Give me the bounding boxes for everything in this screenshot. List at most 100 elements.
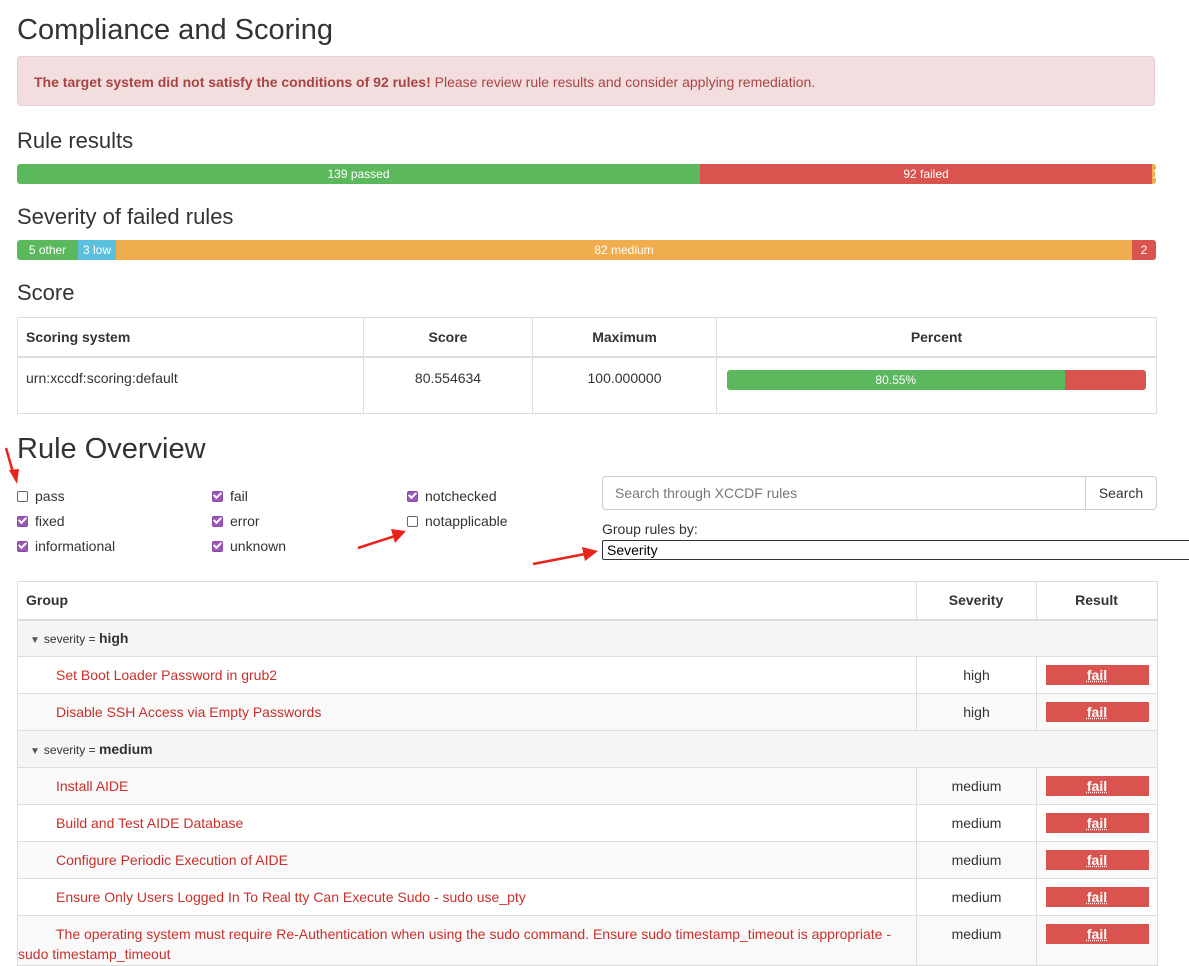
- page-title: Compliance and Scoring: [17, 12, 333, 48]
- score-value: 80.554634: [364, 357, 533, 413]
- group-by-label: Group rules by:: [602, 521, 698, 537]
- search-button[interactable]: Search: [1086, 476, 1157, 510]
- group-equals: =: [85, 632, 99, 646]
- score-heading: Score: [17, 279, 74, 307]
- filter-pass[interactable]: pass: [17, 488, 65, 504]
- arrow-group-by-icon: [530, 544, 602, 568]
- filter-unknown[interactable]: unknown: [212, 538, 286, 554]
- rule-result-cell: fail: [1037, 842, 1158, 879]
- rule-result-cell: fail: [1037, 879, 1158, 916]
- table-row: Configure Periodic Execution of AIDE med…: [18, 842, 1158, 879]
- rule-result-cell: fail: [1037, 805, 1158, 842]
- table-row: The operating system must require Re-Aut…: [18, 916, 1158, 966]
- arrow-notapplicable-icon: [355, 526, 410, 554]
- rule-link[interactable]: Disable SSH Access via Empty Passwords: [18, 694, 917, 731]
- rule-severity: high: [917, 694, 1037, 731]
- severity-heading: Severity of failed rules: [17, 203, 233, 231]
- checkbox-notchecked[interactable]: [407, 491, 418, 502]
- rule-severity: medium: [917, 842, 1037, 879]
- group-header-medium[interactable]: ▼ severity = medium: [18, 731, 1158, 768]
- group-by-select[interactable]: Severity: [602, 540, 1189, 560]
- filter-error[interactable]: error: [212, 513, 260, 529]
- result-fail-badge[interactable]: fail: [1046, 776, 1149, 796]
- filter-unknown-label: unknown: [230, 538, 286, 554]
- filter-fixed[interactable]: fixed: [17, 513, 65, 529]
- rule-result-cell: fail: [1037, 916, 1158, 966]
- filter-notchecked-label: notchecked: [425, 488, 497, 504]
- result-fail-badge[interactable]: fail: [1046, 924, 1149, 944]
- filter-fail-label: fail: [230, 488, 248, 504]
- result-fail-badge[interactable]: fail: [1046, 813, 1149, 833]
- score-percent-fill: 80.55%: [727, 370, 1065, 390]
- rule-link[interactable]: Configure Periodic Execution of AIDE: [18, 842, 917, 879]
- rule-result-cell: fail: [1037, 694, 1158, 731]
- filter-notapplicable[interactable]: notapplicable: [407, 513, 508, 529]
- rule-results-bar: 139 passed 92 failed 1: [17, 164, 1156, 184]
- score-col-system: Scoring system: [18, 318, 364, 358]
- rule-link[interactable]: Install AIDE: [18, 768, 917, 805]
- rule-severity: medium: [917, 916, 1037, 966]
- rule-link[interactable]: Set Boot Loader Password in grub2: [18, 657, 917, 694]
- rule-result-cell: fail: [1037, 768, 1158, 805]
- result-fail-badge[interactable]: fail: [1046, 850, 1149, 870]
- rule-search: Search through XCCDF rules Search: [602, 476, 1157, 510]
- rule-results-heading: Rule results: [17, 127, 133, 155]
- filter-fixed-label: fixed: [35, 513, 65, 529]
- score-percent-remainder: [1065, 370, 1147, 390]
- result-fail-badge[interactable]: fail: [1046, 702, 1149, 722]
- filter-notapplicable-label: notapplicable: [425, 513, 508, 529]
- rule-severity: high: [917, 657, 1037, 694]
- checkbox-pass[interactable]: [17, 491, 28, 502]
- rule-link[interactable]: The operating system must require Re-Aut…: [18, 916, 917, 966]
- result-fail-badge[interactable]: fail: [1046, 665, 1149, 685]
- group-row-medium[interactable]: ▼ severity = medium: [18, 731, 1158, 768]
- filter-fail[interactable]: fail: [212, 488, 248, 504]
- checkbox-error[interactable]: [212, 516, 223, 527]
- scoring-system-value: urn:xccdf:scoring:default: [18, 357, 364, 413]
- rule-severity: medium: [917, 768, 1037, 805]
- severity-bar: 5 other 3 low 82 medium 2: [17, 240, 1156, 260]
- group-header-high[interactable]: ▼ severity = high: [18, 620, 1158, 657]
- arrow-pass-icon: [0, 440, 30, 490]
- failure-alert: The target system did not satisfy the co…: [17, 56, 1155, 106]
- score-percent-cell: 80.55%: [717, 357, 1157, 413]
- severity-high-segment: 2: [1132, 240, 1156, 260]
- checkbox-fixed[interactable]: [17, 516, 28, 527]
- rule-link[interactable]: Ensure Only Users Logged In To Real tty …: [18, 879, 917, 916]
- rule-link[interactable]: Build and Test AIDE Database: [18, 805, 917, 842]
- result-fail-badge[interactable]: fail: [1046, 887, 1149, 907]
- group-key: severity: [44, 743, 85, 757]
- score-table: Scoring system Score Maximum Percent urn…: [17, 317, 1157, 414]
- alert-text: Please review rule results and consider …: [431, 74, 815, 90]
- search-input[interactable]: Search through XCCDF rules: [602, 476, 1086, 510]
- checkbox-notapplicable[interactable]: [407, 516, 418, 527]
- severity-medium-segment: 82 medium: [116, 240, 1132, 260]
- collapse-triangle-icon[interactable]: ▼: [30, 635, 40, 646]
- checkbox-fail[interactable]: [212, 491, 223, 502]
- rules-table: Group Severity Result ▼ severity = high S…: [17, 581, 1158, 966]
- rule-overview-heading: Rule Overview: [17, 431, 206, 467]
- filter-informational[interactable]: informational: [17, 538, 115, 554]
- score-maximum: 100.000000: [533, 357, 717, 413]
- rule-severity: medium: [917, 805, 1037, 842]
- group-row-high[interactable]: ▼ severity = high: [18, 620, 1158, 657]
- rules-col-group: Group: [18, 582, 917, 620]
- filter-notchecked[interactable]: notchecked: [407, 488, 497, 504]
- group-key: severity: [44, 632, 85, 646]
- score-col-percent: Percent: [717, 318, 1157, 358]
- group-value: medium: [99, 741, 153, 757]
- score-col-maximum: Maximum: [533, 318, 717, 358]
- filter-informational-label: informational: [35, 538, 115, 554]
- severity-low-segment: 3 low: [78, 240, 116, 260]
- rules-col-result: Result: [1037, 582, 1158, 620]
- table-row: Ensure Only Users Logged In To Real tty …: [18, 879, 1158, 916]
- checkbox-unknown[interactable]: [212, 541, 223, 552]
- table-row: Disable SSH Access via Empty Passwords h…: [18, 694, 1158, 731]
- collapse-triangle-icon[interactable]: ▼: [30, 746, 40, 757]
- alert-bold-text: The target system did not satisfy the co…: [34, 74, 431, 90]
- filter-error-label: error: [230, 513, 260, 529]
- severity-other-segment: 5 other: [17, 240, 78, 260]
- checkbox-informational[interactable]: [17, 541, 28, 552]
- rules-col-severity: Severity: [917, 582, 1037, 620]
- score-percent-bar: 80.55%: [727, 370, 1146, 390]
